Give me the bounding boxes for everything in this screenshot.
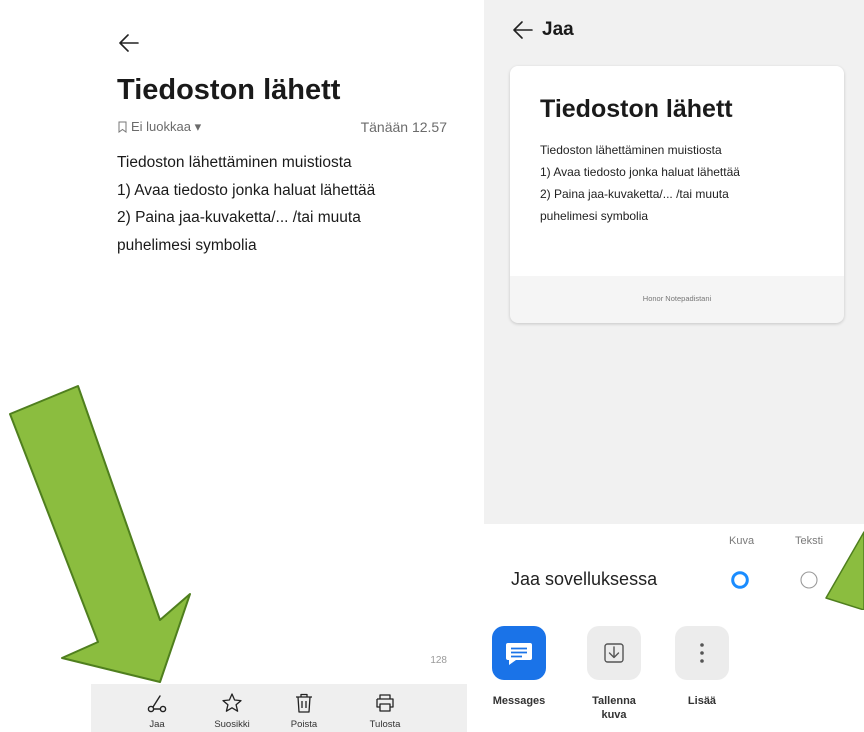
note-timestamp: Tänään 12.57 [360, 119, 447, 135]
app-label-line: kuva [601, 709, 627, 721]
delete-button-label: Poista [290, 719, 318, 730]
more-icon [675, 626, 729, 680]
note-body-line: puhelimesi symbolia [117, 236, 257, 254]
preview-body: Tiedoston lähettäminen muistiosta 1) Ava… [540, 139, 740, 227]
back-arrow-icon[interactable] [511, 18, 535, 42]
radio-image-selected[interactable] [731, 571, 749, 589]
share-apps-label: Jaa sovelluksessa [511, 569, 658, 589]
app-label-line: Messages [492, 695, 546, 707]
messages-icon [492, 626, 546, 680]
note-title[interactable]: Tiedoston lähett [117, 74, 340, 107]
app-label-line: Lisää [687, 695, 717, 707]
delete-button[interactable]: Poista [272, 684, 336, 732]
favorite-button[interactable]: Suosikki [200, 684, 264, 732]
app-label: Messages [479, 694, 559, 708]
note-body-line: 2) Paina jaa-kuvaketta/... /tai muuta [117, 209, 361, 226]
bookmark-icon [118, 121, 127, 133]
share-sheet: Kuva Teksti Jaa sovelluksessa Messages T… [484, 524, 864, 732]
preview-body-line: puhelimesi symbolia [540, 209, 649, 223]
print-button-label: Tulosta [369, 719, 401, 730]
note-body-line: Tiedoston lähettäminen muistiosta [117, 154, 352, 171]
star-icon [222, 693, 242, 712]
preview-title: Tiedoston lähett [540, 95, 733, 123]
pointer-arrow-annotation [825, 531, 864, 610]
share-title: Jaa [542, 19, 574, 40]
category-selector[interactable]: Ei luokkaa ▾ [117, 119, 201, 135]
print-button[interactable]: Tulosta [353, 684, 417, 732]
preview-body-line: Tiedoston lähettäminen muistiosta [540, 143, 722, 157]
app-label: Lisää [662, 694, 742, 708]
save-image-icon [587, 626, 641, 680]
share-preview-card: Tiedoston lähett Tiedoston lähettäminen … [510, 66, 844, 323]
share-header: Jaa [484, 0, 864, 60]
app-label: Tallenna kuva [574, 694, 654, 722]
character-count: 128 [430, 655, 447, 666]
preview-body-line: 1) Avaa tiedosto jonka haluat lähettää [540, 165, 740, 179]
share-button[interactable]: Jaa [125, 684, 189, 732]
note-body[interactable]: Tiedoston lähettäminen muistiosta 1) Ava… [117, 149, 375, 259]
category-label: Ei luokkaa ▾ [131, 119, 202, 134]
preview-body-line: 2) Paina jaa-kuvaketta/... /tai muuta [540, 187, 729, 201]
note-body-line: 1) Avaa tiedosto jonka haluat lähettää [117, 181, 376, 199]
format-option-image-label: Kuva [729, 535, 755, 547]
share-screen: Jaa Tiedoston lähett Tiedoston lähettämi… [484, 0, 864, 732]
bottom-toolbar: Jaa Suosikki Poista Tulosta [91, 684, 467, 732]
pointer-arrow-annotation [9, 385, 191, 683]
preview-content: Tiedoston lähett Tiedoston lähettäminen … [510, 66, 844, 276]
back-arrow-icon[interactable] [116, 30, 142, 56]
app-label-line: Tallenna [592, 695, 636, 707]
favorite-button-label: Suosikki [214, 719, 250, 730]
share-icon [147, 695, 167, 713]
printer-icon [376, 694, 394, 712]
preview-footer: Honor Notepadistani [642, 294, 712, 303]
trash-icon [296, 693, 312, 713]
share-button-label: Jaa [149, 719, 165, 730]
